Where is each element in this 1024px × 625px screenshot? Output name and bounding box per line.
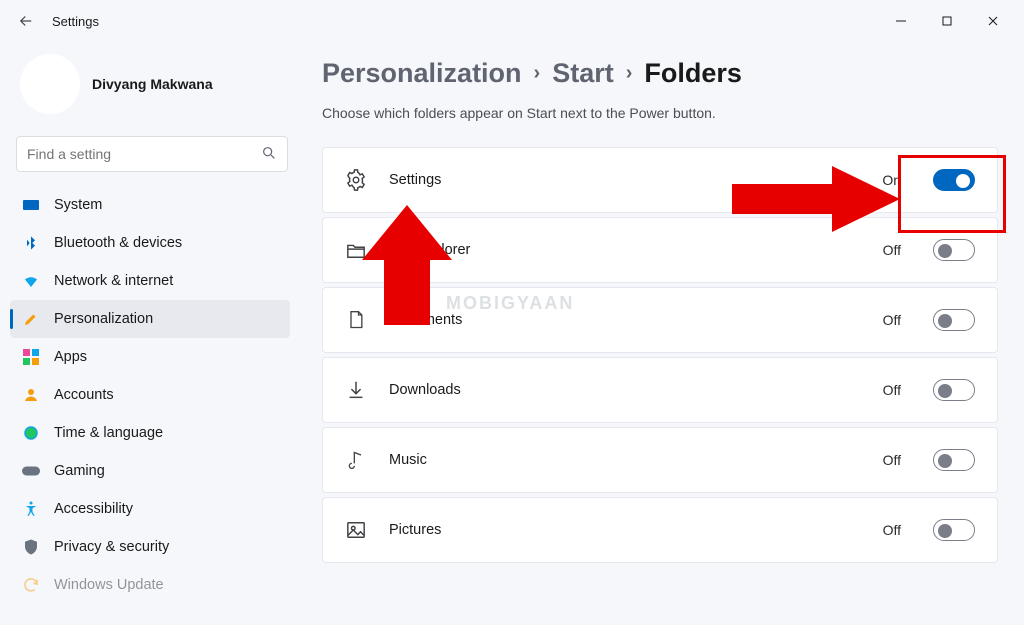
bluetooth-icon xyxy=(22,234,40,252)
sidebar-item-label: Time & language xyxy=(54,425,163,441)
row-file-explorer[interactable]: File Explorer Off xyxy=(322,217,998,283)
sidebar-item-label: Accessibility xyxy=(54,501,133,517)
minimize-button[interactable] xyxy=(878,6,924,36)
sidebar-item-update[interactable]: Windows Update xyxy=(10,566,290,604)
toggle-state: Off xyxy=(883,312,901,328)
row-label: Downloads xyxy=(389,382,461,398)
sidebar-item-time[interactable]: Time & language xyxy=(10,414,290,452)
sidebar-item-gaming[interactable]: Gaming xyxy=(10,452,290,490)
brush-icon xyxy=(22,310,40,328)
toggle-state: Off xyxy=(883,522,901,538)
download-icon xyxy=(345,379,367,401)
sidebar-item-apps[interactable]: Apps xyxy=(10,338,290,376)
sidebar-item-label: Accounts xyxy=(54,387,114,403)
folder-icon xyxy=(345,239,367,261)
chevron-right-icon: › xyxy=(534,62,541,85)
row-label: Documents xyxy=(389,312,462,328)
toggle-state: Off xyxy=(883,452,901,468)
row-label: File Explorer xyxy=(389,242,470,258)
row-downloads[interactable]: Downloads Off xyxy=(322,357,998,423)
row-label: Settings xyxy=(389,172,441,188)
sidebar-item-bluetooth[interactable]: Bluetooth & devices xyxy=(10,224,290,262)
row-pictures[interactable]: Pictures Off xyxy=(322,497,998,563)
music-icon xyxy=(345,449,367,471)
window-title: Settings xyxy=(52,14,99,29)
search-icon xyxy=(261,145,277,164)
chevron-right-icon: › xyxy=(626,62,633,85)
sidebar-item-system[interactable]: System xyxy=(10,186,290,224)
folder-rows: Settings On File Explorer Off Documents xyxy=(322,147,998,563)
row-settings[interactable]: Settings On xyxy=(322,147,998,213)
sidebar-item-accounts[interactable]: Accounts xyxy=(10,376,290,414)
gaming-icon xyxy=(22,462,40,480)
sidebar-item-label: Apps xyxy=(54,349,87,365)
apps-icon xyxy=(22,348,40,366)
toggle-file-explorer[interactable] xyxy=(933,239,975,261)
update-icon xyxy=(22,576,40,594)
maximize-button[interactable] xyxy=(924,6,970,36)
sidebar-item-personalization[interactable]: Personalization xyxy=(10,300,290,338)
row-label: Music xyxy=(389,452,427,468)
toggle-settings[interactable] xyxy=(933,169,975,191)
wifi-icon xyxy=(22,272,40,290)
sidebar-item-label: Personalization xyxy=(54,311,153,327)
toggle-state: On xyxy=(882,172,901,188)
sidebar-item-privacy[interactable]: Privacy & security xyxy=(10,528,290,566)
system-icon xyxy=(22,196,40,214)
row-documents[interactable]: Documents Off xyxy=(322,287,998,353)
sidebar-item-label: Windows Update xyxy=(54,577,164,593)
row-music[interactable]: Music Off xyxy=(322,427,998,493)
accessibility-icon xyxy=(22,500,40,518)
sidebar-item-label: Gaming xyxy=(54,463,105,479)
toggle-downloads[interactable] xyxy=(933,379,975,401)
page-subtitle: Choose which folders appear on Start nex… xyxy=(322,105,998,121)
accounts-icon xyxy=(22,386,40,404)
sidebar-item-accessibility[interactable]: Accessibility xyxy=(10,490,290,528)
back-button[interactable] xyxy=(14,9,38,33)
toggle-music[interactable] xyxy=(933,449,975,471)
breadcrumb-level1[interactable]: Personalization xyxy=(322,58,522,89)
toggle-documents[interactable] xyxy=(933,309,975,331)
document-icon xyxy=(345,309,367,331)
breadcrumb: Personalization › Start › Folders xyxy=(322,58,998,89)
shield-icon xyxy=(22,538,40,556)
sidebar-item-label: Privacy & security xyxy=(54,539,169,555)
breadcrumb-level2[interactable]: Start xyxy=(552,58,614,89)
avatar xyxy=(20,54,80,114)
sidebar-item-network[interactable]: Network & internet xyxy=(10,262,290,300)
row-label: Pictures xyxy=(389,522,441,538)
sidebar-nav: System Bluetooth & devices Network & int… xyxy=(10,186,296,604)
breadcrumb-current: Folders xyxy=(644,58,742,89)
time-icon xyxy=(22,424,40,442)
toggle-pictures[interactable] xyxy=(933,519,975,541)
profile-name: Divyang Makwana xyxy=(92,76,213,92)
gear-icon xyxy=(345,169,367,191)
toggle-state: Off xyxy=(883,242,901,258)
picture-icon xyxy=(345,519,367,541)
close-button[interactable] xyxy=(970,6,1016,36)
sidebar-item-label: Bluetooth & devices xyxy=(54,235,182,251)
sidebar-item-label: Network & internet xyxy=(54,273,173,289)
profile-block[interactable]: Divyang Makwana xyxy=(10,52,296,126)
search-input-wrap[interactable] xyxy=(16,136,288,172)
search-input[interactable] xyxy=(27,146,261,162)
sidebar-item-label: System xyxy=(54,197,102,213)
toggle-state: Off xyxy=(883,382,901,398)
